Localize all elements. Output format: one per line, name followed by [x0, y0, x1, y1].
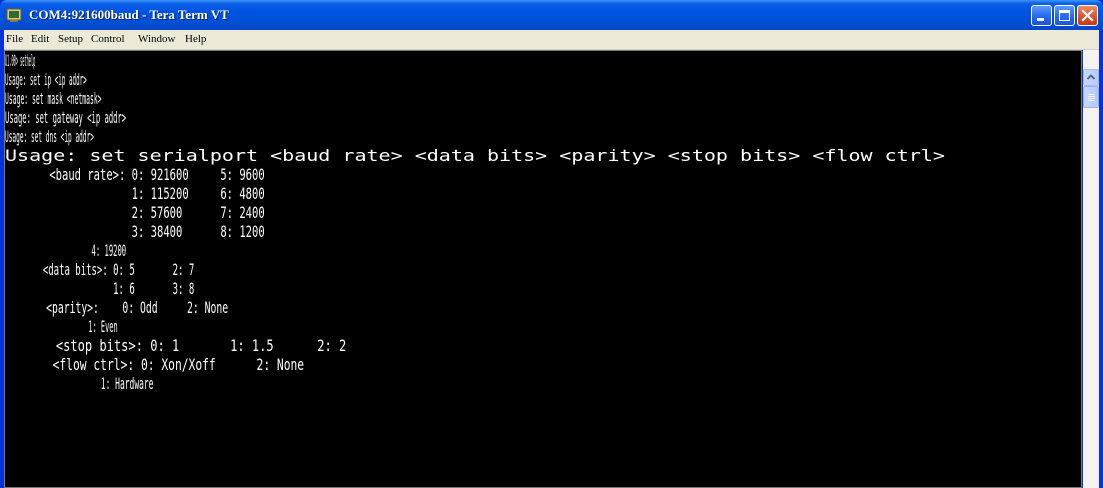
terminal-line: Usage: set serialport <baud rate> <data … — [5, 146, 945, 165]
menu-help[interactable]: Help — [185, 32, 206, 47]
tera-term-icon[interactable] — [6, 7, 22, 23]
terminal-line: <parity>: 0: Odd 2: None — [5, 298, 229, 317]
terminal-line: 1: Even — [5, 317, 118, 336]
menu-edit[interactable]: Edit — [31, 32, 49, 47]
menu-file[interactable]: File — [6, 32, 23, 47]
maximize-button[interactable] — [1054, 5, 1075, 26]
minimize-icon — [1037, 18, 1044, 21]
scroll-up-arrow-icon — [1086, 74, 1096, 80]
scroll-thumb-grip — [1088, 98, 1095, 99]
close-button[interactable] — [1077, 5, 1098, 26]
scroll-thumb-grip — [1088, 100, 1095, 101]
terminal-line: Usage: set gateway <ip addr> — [5, 108, 127, 127]
scroll-thumb-grip — [1088, 96, 1095, 97]
window-border-right — [1099, 30, 1103, 488]
terminal-line: Usage: set ip <ip addr> — [5, 70, 87, 89]
menu-bar: File Edit Setup Control Window Help — [4, 30, 1099, 50]
terminal-line: 4: 19200 — [5, 241, 127, 260]
terminal-line: 2: 57600 7: 2400 — [5, 203, 265, 222]
scroll-thumb-grip — [1088, 94, 1095, 95]
vertical-scrollbar[interactable] — [1083, 50, 1099, 488]
terminal-line: 1: 115200 6: 4800 — [5, 184, 265, 203]
terminal-line: Usage: set dns <ip addr> — [5, 127, 94, 146]
maximize-icon — [1059, 10, 1070, 21]
close-icon — [1081, 9, 1094, 22]
terminal-line: U1.00> sethelp — [5, 51, 36, 70]
terminal-line: 1: 6 3: 8 — [5, 279, 195, 298]
menu-control[interactable]: Control — [91, 32, 125, 47]
title-bar[interactable]: COM4:921600baud - Tera Term VT — [0, 0, 1103, 30]
terminal-output: U1.00> sethelp Usage: set ip <ip addr> U… — [5, 51, 945, 393]
terminal-line: <data bits>: 0: 5 2: 7 — [5, 260, 195, 279]
terminal-line: <flow ctrl>: 0: Xon/Xoff 2: None — [5, 355, 305, 374]
tera-term-window: COM4:921600baud - Tera Term VT File Edit… — [0, 0, 1103, 488]
terminal-line: 3: 38400 8: 1200 — [5, 222, 265, 241]
terminal-line: <stop bits>: 0: 1 1: 1.5 2: 2 — [5, 336, 347, 355]
menu-setup[interactable]: Setup — [58, 32, 83, 47]
scroll-thumb[interactable] — [1083, 86, 1099, 108]
terminal-line: 1: Hardware — [5, 374, 154, 393]
scroll-up-button[interactable] — [1083, 69, 1099, 86]
terminal-line: <baud rate>: 0: 921600 5: 9600 — [5, 165, 265, 184]
menu-window[interactable]: Window — [138, 32, 175, 47]
window-title: COM4:921600baud - Tera Term VT — [29, 7, 229, 22]
minimize-button[interactable] — [1031, 5, 1052, 26]
terminal-screen[interactable]: U1.00> sethelp Usage: set ip <ip addr> U… — [4, 50, 1082, 488]
terminal-line: Usage: set mask <netmask> — [5, 89, 102, 108]
